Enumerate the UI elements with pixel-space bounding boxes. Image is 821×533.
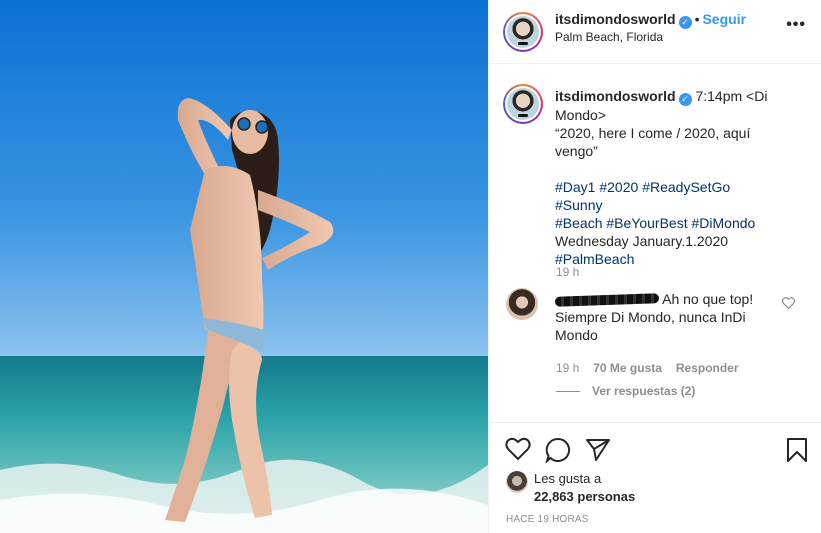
hashtag-link[interactable]: #2020 (599, 179, 638, 195)
reply-button[interactable]: Responder (676, 361, 739, 375)
post-time-ago[interactable]: HACE 19 HORAS (506, 514, 589, 525)
commenter-avatar[interactable] (506, 288, 538, 320)
post-header: itsdimondosworld ✓ • Seguir Palm Beach, Flo… (489, 0, 821, 64)
author-username[interactable]: itsdimondosworld (555, 11, 676, 27)
post-actions-bar: Les gusta a 22,863 personas HACE 19 HORA… (489, 422, 821, 533)
caption-body: itsdimondosworld ✓ 7:14pm <Di Mondo> “202… (555, 87, 777, 268)
more-icon[interactable]: ••• (786, 16, 806, 34)
redacted-username (554, 293, 660, 308)
liker-avatar[interactable] (506, 471, 528, 493)
hashtag-link[interactable]: #Day1 (555, 179, 595, 195)
beach-photo-image (0, 0, 488, 533)
verified-icon: ✓ (678, 16, 692, 29)
caption-time: 7:14pm (695, 88, 743, 104)
replies-divider (556, 390, 580, 392)
comment-like-heart-icon[interactable] (782, 297, 795, 309)
comment-likes[interactable]: 70 Me gusta (593, 361, 662, 375)
heart-icon[interactable] (505, 437, 531, 461)
hashtag-link[interactable]: #ReadySetGo (642, 179, 730, 195)
caption-age[interactable]: 19 h (556, 265, 579, 279)
comment-icon[interactable] (545, 437, 571, 463)
comment-body: Ah no que top! Siempre Di Mondo, nunca I… (554, 290, 773, 344)
likes-prefix: Les gusta a (534, 471, 602, 486)
verified-icon: ✓ (678, 93, 692, 106)
hashtag-link[interactable]: #BeYourBest (606, 215, 687, 231)
hashtag-link[interactable]: #Beach (555, 215, 602, 231)
caption-username[interactable]: itsdimondosworld (555, 88, 676, 104)
caption-date-line: Wednesday January.1.2020 (555, 233, 729, 249)
share-icon[interactable] (585, 437, 611, 461)
view-replies-button[interactable]: Ver respuestas (2) (556, 382, 695, 398)
author-avatar[interactable] (503, 12, 543, 52)
comment-age[interactable]: 19 h (556, 361, 579, 375)
caption-line2: “2020, here I come / 2020, aquí vengo” (555, 125, 751, 159)
bookmark-icon[interactable] (786, 437, 808, 463)
hashtag-link[interactable]: #DiMondo (691, 215, 755, 231)
likes-count[interactable]: 22,863 personas (534, 489, 635, 504)
view-replies-label: Ver respuestas (2) (592, 384, 696, 398)
post-photo[interactable] (0, 0, 488, 533)
caption-avatar[interactable] (503, 84, 543, 124)
post-side-panel: itsdimondosworld ✓ • Seguir Palm Beach, Flo… (488, 0, 821, 533)
post-location[interactable]: Palm Beach, Florida (555, 30, 663, 44)
hashtag-link[interactable]: #Sunny (555, 197, 602, 213)
comment-meta: 19 h 70 Me gusta Responder (556, 359, 739, 375)
follow-button[interactable]: Seguir (702, 11, 746, 27)
separator-dot: • (694, 11, 700, 27)
